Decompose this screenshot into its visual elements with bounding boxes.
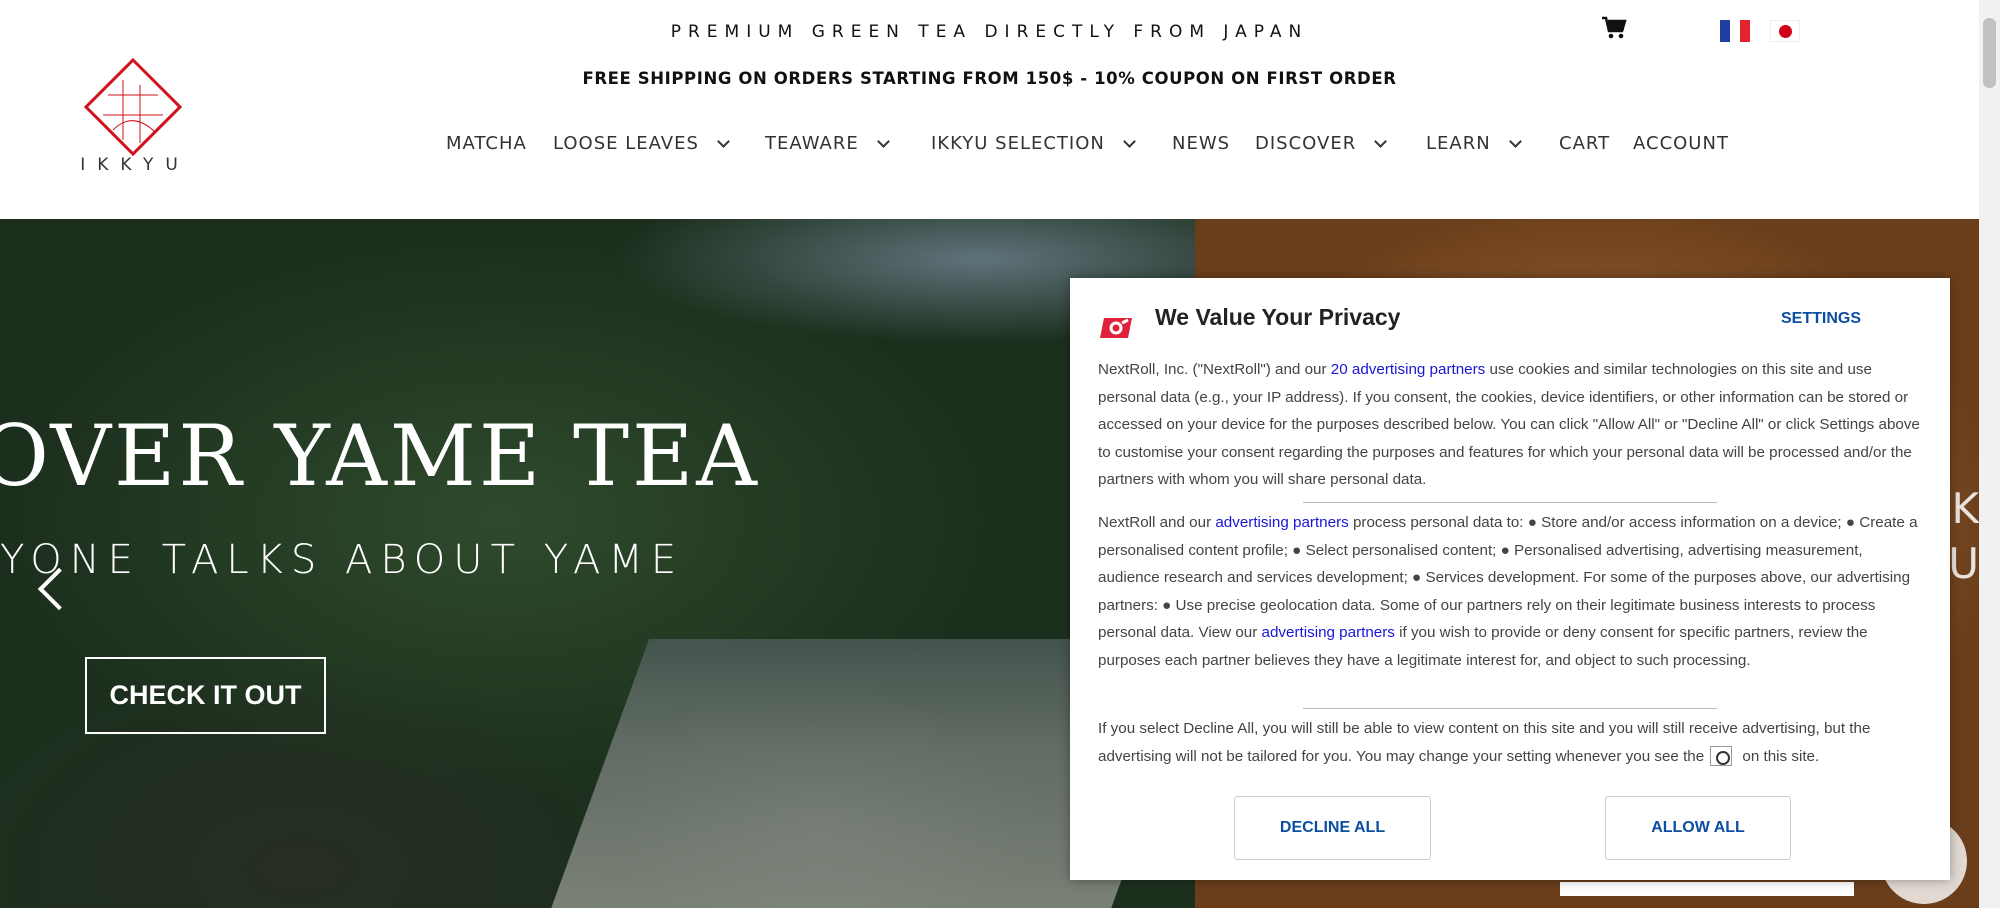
- nav-news[interactable]: NEWS: [1172, 133, 1230, 154]
- consent-settings-icon[interactable]: [1710, 746, 1733, 767]
- advertising-partners-link[interactable]: 20 advertising partners: [1331, 361, 1486, 378]
- nextroll-logo-icon: [1100, 318, 1132, 338]
- privacy-title: We Value Your Privacy: [1155, 304, 1401, 330]
- privacy-consent-dialog: We Value Your Privacy SETTINGS NextRoll,…: [1070, 278, 1950, 880]
- divider: [1303, 708, 1717, 709]
- advertising-partners-link[interactable]: advertising partners: [1215, 514, 1348, 531]
- divider: [1303, 502, 1717, 503]
- shopping-cart-icon[interactable]: [1601, 16, 1627, 40]
- next-slide-text: K: [1951, 484, 1979, 533]
- tagline: PREMIUM GREEN TEA DIRECTLY FROM JAPAN: [670, 22, 1309, 42]
- france-flag-icon[interactable]: [1720, 20, 1750, 42]
- nav-teaware[interactable]: TEAWARE: [765, 133, 890, 154]
- japan-flag-icon[interactable]: [1770, 20, 1800, 42]
- site-header: PREMIUM GREEN TEA DIRECTLY FROM JAPAN FR…: [0, 0, 1979, 219]
- hero-title: OVER YAME TEA: [0, 407, 760, 505]
- privacy-paragraph-3: If you select Decline All, you will stil…: [1098, 720, 1871, 767]
- nav-ikkyu-selection[interactable]: IKKYU SELECTION: [931, 133, 1136, 154]
- privacy-paragraph-1: NextRoll, Inc. ("NextRoll") and our 20 a…: [1098, 361, 1920, 488]
- chevron-down-icon: [1508, 134, 1522, 148]
- next-slide-text: U: [1948, 539, 1979, 588]
- nav-loose-leaves[interactable]: LOOSE LEAVES: [553, 133, 730, 154]
- nav-matcha[interactable]: MATCHA: [446, 133, 527, 154]
- nav-cart[interactable]: CART: [1559, 133, 1610, 154]
- privacy-paragraph-2: NextRoll and our advertising partners pr…: [1098, 514, 1918, 669]
- settings-link[interactable]: SETTINGS: [1781, 310, 1861, 328]
- scrollbar-thumb[interactable]: [1983, 18, 1996, 88]
- chevron-down-icon: [717, 134, 730, 148]
- chevron-down-icon: [876, 134, 890, 148]
- logo-text: IKKYU: [80, 155, 190, 175]
- decline-all-button[interactable]: DECLINE ALL: [1234, 796, 1431, 860]
- chevron-down-icon: [1123, 134, 1136, 148]
- nav-learn[interactable]: LEARN: [1426, 133, 1522, 154]
- main-nav: MATCHA LOOSE LEAVES TEAWARE IKKYU SELECT…: [0, 133, 1979, 157]
- nav-account[interactable]: ACCOUNT: [1633, 133, 1729, 154]
- nav-discover[interactable]: DISCOVER: [1255, 133, 1388, 154]
- advertising-partners-link[interactable]: advertising partners: [1262, 624, 1395, 641]
- shipping-banner: FREE SHIPPING ON ORDERS STARTING FROM 15…: [582, 69, 1397, 88]
- allow-all-button[interactable]: ALLOW ALL: [1605, 796, 1791, 860]
- hero-subtitle: YONE TALKS ABOUT YAME: [0, 537, 685, 583]
- hidden-element: [1560, 882, 1854, 896]
- check-it-out-button[interactable]: CHECK IT OUT: [85, 657, 326, 734]
- chevron-down-icon: [1374, 134, 1388, 148]
- scrollbar[interactable]: [1979, 0, 2000, 908]
